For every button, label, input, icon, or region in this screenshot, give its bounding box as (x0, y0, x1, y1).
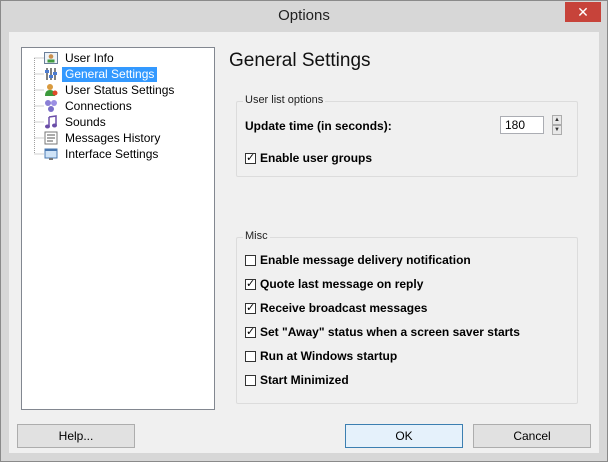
option-label: Run at Windows startup (260, 349, 398, 363)
user-info-icon (44, 52, 58, 64)
connections-icon (45, 100, 57, 112)
run-at-startup-checkbox[interactable] (245, 350, 256, 362)
start-minimized-option[interactable]: Start Minimized (245, 372, 349, 388)
tree-item-label: Interface Settings (65, 146, 159, 161)
group-title: Misc (243, 230, 270, 242)
receive-broadcast-checkbox[interactable] (245, 301, 256, 314)
option-label: Receive broadcast messages (260, 301, 428, 315)
tree-item-sounds[interactable]: Sounds (44, 114, 109, 130)
close-button[interactable]: ✕ (565, 2, 601, 22)
tree-item-label: Sounds (65, 114, 106, 129)
settings-tree[interactable]: User Info General Settings User Status S… (21, 47, 215, 410)
update-time-stepper[interactable]: ▲ ▼ (552, 115, 562, 135)
update-time-input[interactable] (500, 116, 544, 134)
start-minimized-checkbox[interactable] (245, 374, 256, 386)
close-icon: ✕ (577, 4, 589, 20)
delivery-notification-option[interactable]: Enable message delivery notification (245, 252, 471, 268)
enable-user-groups-checkbox[interactable] (245, 151, 256, 164)
title-bar[interactable]: Options ✕ (1, 1, 607, 31)
group-title: User list options (243, 94, 326, 106)
tree-item-user-status-settings[interactable]: User Status Settings (44, 82, 177, 98)
tree-item-label: User Info (65, 50, 114, 65)
ok-button[interactable]: OK (345, 424, 463, 448)
page-title: General Settings (229, 50, 371, 71)
tree-item-messages-history[interactable]: Messages History (44, 130, 163, 146)
option-label: Quote last message on reply (260, 277, 424, 291)
sounds-icon (45, 115, 57, 129)
enable-user-groups-checkbox-row[interactable]: Enable user groups (245, 150, 372, 166)
quote-last-message-option[interactable]: Quote last message on reply (245, 276, 423, 292)
update-time-label: Update time (in seconds): (245, 119, 392, 133)
delivery-notification-checkbox[interactable] (245, 254, 256, 266)
away-status-option[interactable]: Set "Away" status when a screen saver st… (245, 324, 520, 340)
spin-up-button[interactable]: ▲ (552, 115, 562, 125)
tree-item-label: Connections (65, 98, 132, 113)
interface-settings-icon (44, 148, 58, 160)
option-label: Enable message delivery notification (260, 253, 471, 267)
user-status-icon (45, 84, 58, 96)
tree-item-interface-settings[interactable]: Interface Settings (44, 146, 161, 162)
messages-history-icon (44, 131, 58, 145)
cancel-button[interactable]: Cancel (473, 424, 591, 448)
help-button[interactable]: Help... (17, 424, 135, 448)
tree-item-label: User Status Settings (65, 82, 175, 97)
general-settings-icon (45, 68, 57, 80)
tree-item-general-settings[interactable]: General Settings (44, 66, 158, 82)
quote-last-message-checkbox[interactable] (245, 277, 256, 290)
away-status-checkbox[interactable] (245, 325, 256, 338)
option-label: Set "Away" status when a screen saver st… (260, 325, 520, 339)
run-at-startup-option[interactable]: Run at Windows startup (245, 348, 397, 364)
window-title: Options (278, 7, 330, 24)
receive-broadcast-option[interactable]: Receive broadcast messages (245, 300, 427, 316)
tree-item-label: General Settings (62, 66, 158, 82)
tree-item-label: Messages History (65, 130, 161, 145)
tree-item-user-info[interactable]: User Info (44, 50, 117, 66)
user-list-options-group: User list options Update time (in second… (236, 94, 578, 177)
dialog-body: User Info General Settings User Status S… (9, 32, 599, 453)
misc-group: Misc Enable message delivery notificatio… (236, 230, 578, 404)
spin-down-button[interactable]: ▼ (552, 125, 562, 135)
enable-user-groups-label: Enable user groups (260, 151, 373, 165)
option-label: Start Minimized (260, 373, 349, 387)
options-window: Options ✕ User Info General Settings Use… (0, 0, 608, 462)
tree-item-connections[interactable]: Connections (44, 98, 135, 114)
